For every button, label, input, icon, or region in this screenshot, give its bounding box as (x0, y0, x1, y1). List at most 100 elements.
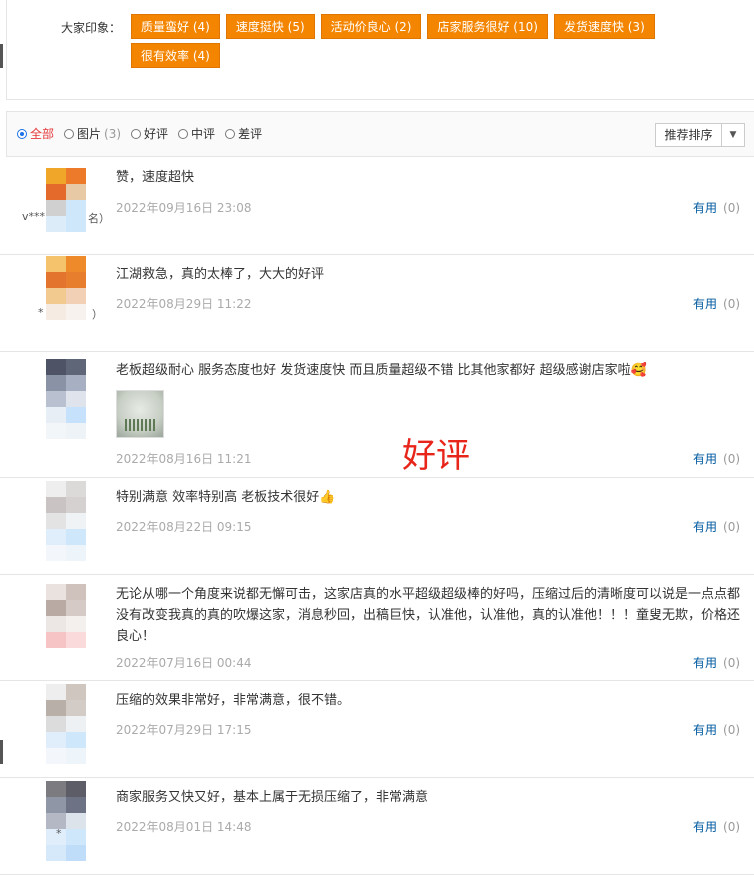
useful-count: (0) (723, 297, 741, 311)
avatar (46, 684, 86, 764)
chevron-down-icon[interactable]: ▼ (721, 124, 744, 146)
useful-button[interactable]: 有用 (0) (693, 721, 740, 738)
impression-tag[interactable]: 活动价良心 (2) (320, 14, 422, 39)
username: * (56, 827, 62, 840)
review-item: * ） 江湖救急，真的太棒了，大大的好评 2022年08月29日 11:22 有… (0, 254, 754, 352)
useful-label[interactable]: 有用 (693, 656, 717, 670)
avatar-pixel (66, 781, 86, 797)
avatar-pixel (46, 304, 66, 320)
avatar-pixel (46, 256, 66, 272)
filter-label: 差评 (238, 127, 263, 141)
avatar-pixel (46, 700, 66, 716)
filter-all[interactable]: 全部 (17, 125, 54, 142)
filter-label: 图片 (77, 127, 102, 141)
useful-button[interactable]: 有用 (0) (693, 818, 740, 835)
avatar-pixel (66, 216, 86, 232)
username-tail: ） (92, 308, 103, 321)
filter-negative[interactable]: 差评 (225, 125, 262, 142)
avatar (46, 168, 86, 232)
avatar-pixel (46, 732, 66, 748)
radio-checked-icon[interactable] (17, 128, 27, 139)
useful-count: (0) (723, 820, 741, 834)
radio-icon[interactable] (225, 128, 236, 139)
avatar-pixel (66, 375, 86, 391)
impression-tag[interactable]: 速度挺快 (5) (225, 14, 315, 39)
useful-count: (0) (723, 520, 741, 534)
review-photo-thumbnail[interactable] (116, 390, 164, 438)
review-text: 压缩的效果非常好，非常满意，很不错。 (116, 693, 351, 708)
review-date: 2022年08月16日 11:21 (116, 452, 252, 466)
avatar (46, 584, 86, 648)
avatar (46, 359, 86, 439)
sort-dropdown[interactable]: 推荐排序 ▼ (655, 123, 745, 147)
avatar-pixel (66, 423, 86, 439)
useful-button[interactable]: 有用 (0) (693, 199, 740, 216)
review-text: 老板超级耐心 服务态度也好 发货速度快 而且质量超级不错 比其他家都好 超级感谢… (116, 360, 748, 381)
avatar-pixel (46, 616, 66, 632)
username: v*** (22, 210, 46, 223)
review-date: 2022年07月29日 17:15 (116, 723, 252, 737)
avatar-pixel (66, 797, 86, 813)
useful-label[interactable]: 有用 (693, 520, 717, 534)
avatar-pixel (66, 545, 86, 561)
useful-label[interactable]: 有用 (693, 820, 717, 834)
avatar-pixel (46, 272, 66, 288)
avatar-pixel (66, 616, 86, 632)
smiling-face-icon: 🥰 (630, 363, 647, 378)
useful-label[interactable]: 有用 (693, 297, 717, 311)
impression-tag[interactable]: 发货速度快 (3) (553, 14, 655, 39)
avatar-pixel (46, 716, 66, 732)
review-date: 2022年08月01日 14:48 (116, 820, 252, 834)
avatar-pixel (46, 168, 66, 184)
useful-button[interactable]: 有用 (0) (693, 295, 740, 312)
filter-label: 好评 (144, 127, 169, 141)
avatar-pixel (66, 497, 86, 513)
radio-icon[interactable] (131, 128, 142, 139)
review-item: 压缩的效果非常好，非常满意，很不错。 2022年07月29日 17:15 有用 (… (0, 680, 754, 778)
useful-label[interactable]: 有用 (693, 723, 717, 737)
avatar-pixel (66, 748, 86, 764)
useful-button[interactable]: 有用 (0) (693, 450, 740, 467)
useful-button[interactable]: 有用 (0) (693, 654, 740, 671)
avatar-pixel (46, 600, 66, 616)
avatar-pixel (66, 529, 86, 545)
avatar-pixel (46, 797, 66, 813)
impression-tag[interactable]: 很有效率 (4) (131, 43, 220, 68)
avatar-pixel (46, 375, 66, 391)
avatar-pixel (46, 216, 66, 232)
avatar-pixel (66, 732, 86, 748)
avatar-pixel (66, 845, 86, 861)
avatar-pixel (66, 168, 86, 184)
avatar-pixel (46, 481, 66, 497)
avatar-pixel (46, 407, 66, 423)
radio-icon[interactable] (64, 128, 75, 139)
useful-label[interactable]: 有用 (693, 452, 717, 466)
useful-count: (0) (723, 452, 741, 466)
avatar (46, 781, 86, 861)
review-text-body: 老板超级耐心 服务态度也好 发货速度快 而且质量超级不错 比其他家都好 超级感谢… (116, 363, 631, 378)
avatar-pixel (46, 391, 66, 407)
review-item: * 商家服务又快又好，基本上属于无损压缩了，非常满意 2022年08月01日 1… (0, 777, 754, 875)
useful-count: (0) (723, 723, 741, 737)
thumbs-up-icon: 👍 (319, 490, 336, 505)
useful-button[interactable]: 有用 (0) (693, 518, 740, 535)
filter-positive[interactable]: 好评 (131, 125, 168, 142)
avatar-pixel (66, 716, 86, 732)
filter-images[interactable]: 图片 (3) (64, 125, 121, 142)
avatar-pixel (66, 407, 86, 423)
avatar (46, 481, 86, 561)
filter-neutral[interactable]: 中评 (178, 125, 215, 142)
review-text-body: 特别满意 效率特别高 老板技术很好 (116, 490, 320, 505)
avatar-pixel (46, 200, 66, 216)
impression-tag[interactable]: 质量蛮好 (4) (131, 14, 220, 39)
useful-label[interactable]: 有用 (693, 201, 717, 215)
left-edge-mark (0, 44, 3, 68)
avatar-pixel (46, 845, 66, 861)
impression-tag[interactable]: 店家服务很好 (10) (427, 14, 548, 39)
filter-label: 中评 (191, 127, 216, 141)
filter-radio-group: 全部 图片 (3) 好评 中评 差评 (17, 125, 272, 142)
avatar-pixel (66, 632, 86, 648)
avatar-pixel (66, 600, 86, 616)
radio-icon[interactable] (178, 128, 189, 139)
avatar-pixel (66, 813, 86, 829)
